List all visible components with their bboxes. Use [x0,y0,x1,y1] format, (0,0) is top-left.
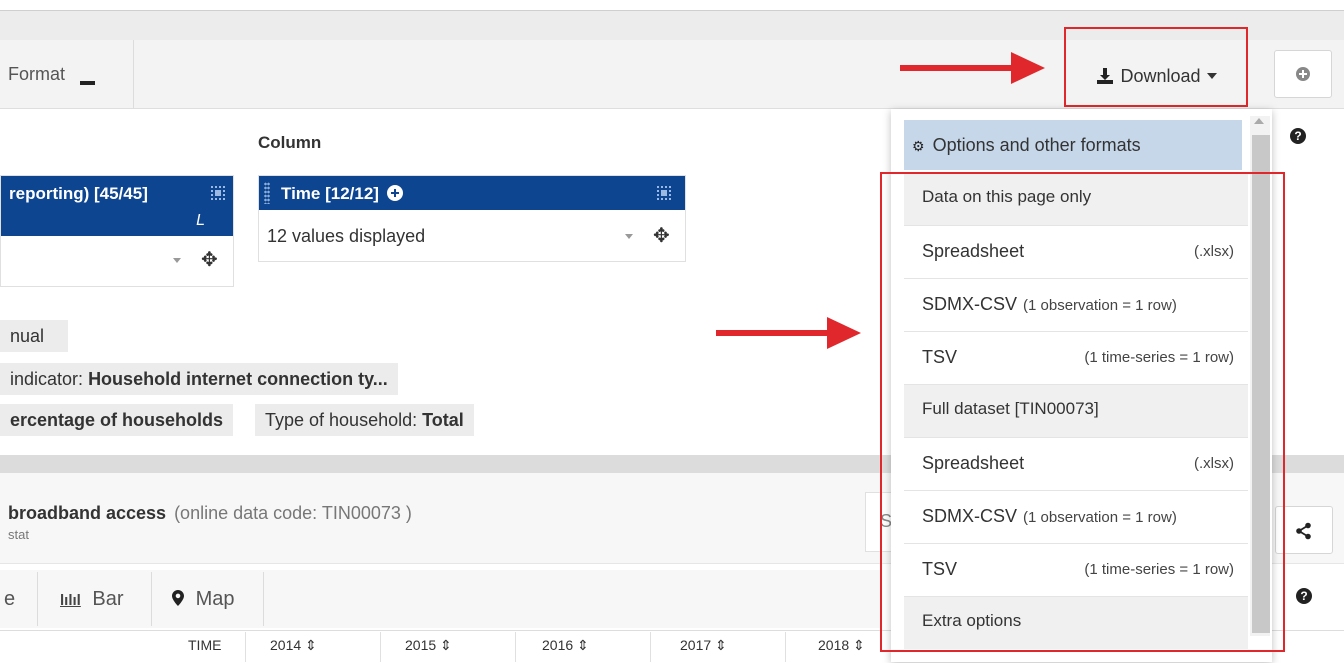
column-heading: Column [258,133,322,152]
format-label[interactable]: Format [8,64,65,85]
sort-icon: ⇕ [853,637,865,653]
dataset-source: stat [8,527,29,542]
filter-value: Total [422,410,464,430]
tab-map[interactable]: Map [172,570,234,628]
chevron-down-icon[interactable] [173,258,181,263]
collapse-minus-icon[interactable] [80,81,95,85]
dimension-card-extra: L [196,212,205,229]
bar-chart-icon: lılıl [60,592,81,609]
filter-chip-unit[interactable]: ercentage of households [0,404,234,436]
year-header-2018[interactable]: 2018 ⇕ [818,637,865,654]
tab-bar[interactable]: lılıl Bar [60,570,124,628]
red-arrow-annotation [716,317,861,349]
add-circle-icon[interactable] [386,185,403,201]
dimension-card-time[interactable]: Time [12/12] 12 values displayed ✥ [258,175,686,262]
filter-value: Household internet connection ty... [88,369,388,389]
help-icon[interactable]: ? [1290,128,1306,144]
dataset-code: (online data code: TIN00073 ) [174,503,412,523]
add-button[interactable] [1274,50,1332,98]
select-all-icon[interactable] [211,186,225,200]
view-tabs [0,570,880,628]
tab-table[interactable]: e [4,570,15,628]
highlight-box-download [1064,27,1248,107]
scroll-up-icon[interactable] [1254,118,1264,124]
filter-label: indicator: [10,369,84,389]
dataset-title: broadband access (online data code: TIN00… [8,503,412,523]
filter-label: Type of household: [265,410,418,430]
dimension-card-header[interactable]: reporting) [45/45] L [1,176,233,236]
move-icon[interactable]: ✥ [653,226,670,246]
help-icon[interactable]: ? [1296,588,1312,604]
year-header-2014[interactable]: 2014 ⇕ [270,637,317,654]
sort-icon: ⇕ [577,637,589,653]
red-arrow-annotation [900,52,1045,84]
highlight-box-menu [880,172,1285,652]
map-marker-icon [172,590,184,606]
filter-chip-indicator[interactable]: indicator: Household internet connection… [0,363,398,395]
sort-icon: ⇕ [440,637,452,653]
share-icon [1296,522,1311,540]
values-displayed-text: 12 values displayed [267,226,426,246]
menu-item-options[interactable]: ⚙ Options and other formats [904,120,1242,170]
chevron-down-icon[interactable] [625,234,633,239]
dimension-card-header[interactable]: Time [12/12] [259,176,685,210]
year-header-2015[interactable]: 2015 ⇕ [405,637,452,654]
dimension-card-title: reporting) [45/45] [9,184,148,203]
sort-icon: ⇕ [715,637,727,653]
gear-icon: ⚙ [912,138,925,154]
select-all-icon[interactable] [657,186,671,200]
plus-circle-icon [1296,67,1310,81]
year-header-2016[interactable]: 2016 ⇕ [542,637,589,654]
sort-icon: ⇕ [305,637,317,653]
dimension-card-geo[interactable]: reporting) [45/45] L ✥ [0,175,234,287]
drag-handle-icon[interactable] [264,182,270,204]
year-header-2017[interactable]: 2017 ⇕ [680,637,727,654]
move-icon[interactable]: ✥ [201,250,218,270]
filter-chip-frequency[interactable]: nual [0,320,68,352]
filter-chip-household-type[interactable]: Type of household: Total [255,404,474,436]
time-header-label: TIME [188,637,222,653]
dimension-card-title: Time [12/12] [281,184,403,204]
